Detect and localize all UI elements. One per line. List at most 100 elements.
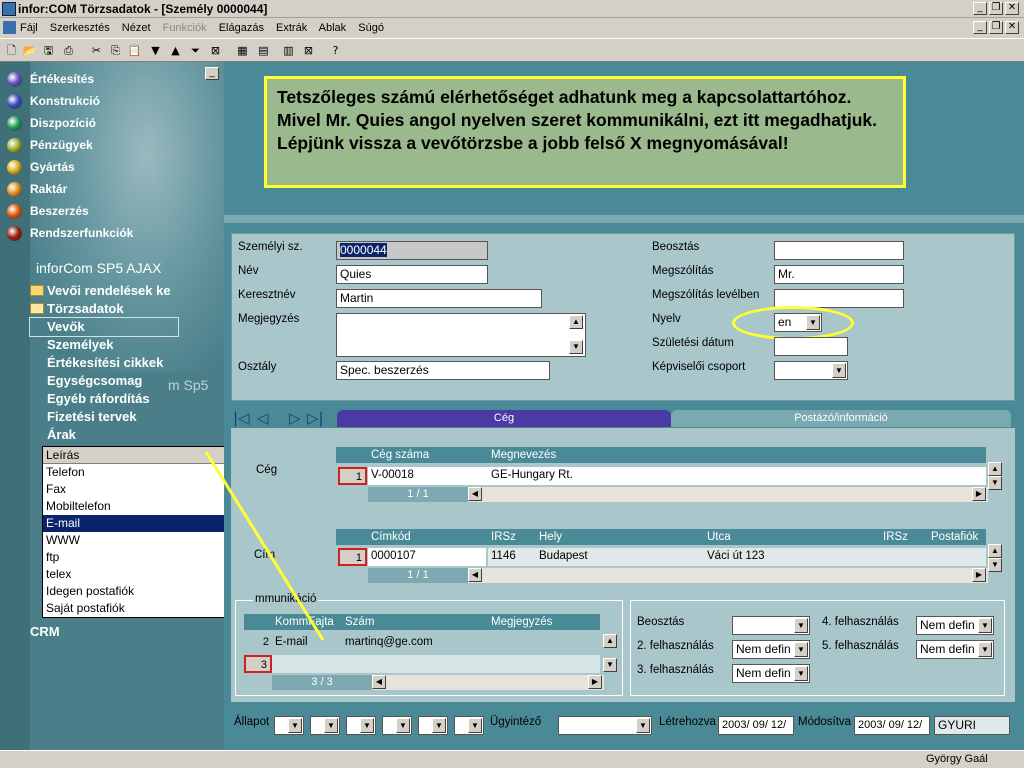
chevron-down-icon[interactable]: ▼ [978, 618, 992, 633]
scroll-down-icon[interactable]: ▼ [603, 658, 617, 672]
dropdown-option[interactable]: E-mail [43, 515, 252, 532]
chevron-down-icon[interactable]: ▼ [794, 666, 808, 681]
chevron-down-icon[interactable]: ▼ [360, 718, 374, 733]
chevron-down-icon[interactable]: ▼ [288, 718, 302, 733]
name-field[interactable]: Quies [336, 265, 488, 284]
tree-leaf[interactable]: Vevők [29, 317, 179, 337]
user-field[interactable]: GYURI [934, 716, 1010, 735]
dropdown-option[interactable]: Saját postafiók [43, 600, 252, 617]
new-icon[interactable]: 🗋 [3, 42, 20, 59]
scroll-left-icon[interactable]: ◀ [468, 568, 482, 582]
record-last-icon[interactable]: ▷| [307, 409, 324, 427]
print-icon[interactable]: ⎙ [60, 42, 77, 59]
state-select-3[interactable]: ▼ [346, 716, 376, 735]
scroll-right-icon[interactable]: ▶ [972, 568, 986, 582]
record-prev-icon[interactable]: ◁ [257, 409, 269, 427]
calendar-icon[interactable]: ▤ [255, 42, 272, 59]
cut-icon[interactable]: ✂ [88, 42, 105, 59]
first-name-field[interactable]: Martin [336, 289, 542, 308]
scroll-left-icon[interactable]: ◀ [372, 675, 386, 689]
note-field[interactable]: ▲ ▼ [336, 313, 586, 357]
street-cell[interactable]: Váci út 123 [704, 548, 880, 566]
nav-item[interactable]: Beszerzés [4, 202, 89, 220]
child-minimize-icon[interactable]: _ [973, 21, 987, 34]
filter-icon[interactable]: ⏷ [187, 42, 204, 59]
nav-item[interactable]: Pénzügyek [4, 136, 93, 154]
dropdown-option[interactable]: ftp [43, 549, 252, 566]
menu-window[interactable]: Ablak [319, 22, 347, 34]
dropdown-option[interactable]: WWW [43, 532, 252, 549]
state-select-2[interactable]: ▼ [310, 716, 340, 735]
row-number[interactable]: 1 [338, 467, 367, 485]
chevron-down-icon[interactable]: ▼ [832, 363, 846, 378]
help-icon[interactable]: ? [327, 42, 344, 59]
delete-record-icon[interactable]: ⊠ [300, 42, 317, 59]
state-select-5[interactable]: ▼ [418, 716, 448, 735]
usage-2-select[interactable]: Nem defin ▼ [732, 640, 810, 659]
usage-4-select[interactable]: Nem defin ▼ [916, 616, 994, 635]
created-field[interactable]: 2003/ 09/ 12/ [718, 716, 794, 735]
close-icon[interactable]: ✕ [1005, 2, 1019, 15]
new-comm-row[interactable] [272, 655, 600, 673]
record-first-icon[interactable]: |◁ [233, 409, 250, 427]
grid-icon[interactable]: ▦ [234, 42, 251, 59]
tab-mail-info[interactable]: Postázó/információ [671, 410, 1011, 427]
pobox-cell[interactable] [928, 548, 986, 566]
nav-item[interactable]: Diszpozíció [4, 114, 96, 132]
usage-3-select[interactable]: Nem defin ▼ [732, 664, 810, 683]
tree-folder-orders[interactable]: Vevői rendelések ke [30, 282, 171, 300]
menu-extras[interactable]: Extrák [276, 22, 307, 34]
scroll-up-icon[interactable]: ▲ [569, 315, 583, 329]
row-number[interactable]: 1 [338, 548, 367, 566]
chevron-down-icon[interactable]: ▼ [794, 642, 808, 657]
menu-help[interactable]: Súgó [358, 22, 384, 34]
save-icon[interactable]: 🖫 [40, 42, 57, 59]
state-select-6[interactable]: ▼ [454, 716, 484, 735]
position-field[interactable] [774, 241, 904, 260]
person-id-field[interactable]: 0000044 [336, 241, 488, 260]
comm-comment-cell[interactable] [488, 634, 600, 652]
dropdown-option[interactable]: Fax [43, 481, 252, 498]
scroll-up-icon[interactable]: ▲ [988, 462, 1002, 476]
company-name-cell[interactable]: GE-Hungary Rt. [488, 467, 986, 485]
nav-item[interactable]: Rendszerfunkciók [4, 224, 133, 242]
chevron-down-icon[interactable]: ▼ [978, 642, 992, 657]
department-field[interactable]: Spec. beszerzés [336, 361, 550, 380]
comm-type-cell[interactable]: E-mail [272, 634, 342, 652]
tree-folder-master-data[interactable]: Törzsadatok [30, 300, 124, 318]
paste-icon[interactable]: 📋 [126, 42, 143, 59]
nav-item[interactable]: Konstrukció [4, 92, 100, 110]
scroll-right-icon[interactable]: ▶ [588, 675, 602, 689]
menu-edit[interactable]: Szerkesztés [50, 22, 110, 34]
zip-cell[interactable]: 1146 [488, 548, 536, 566]
nav-item[interactable]: Gyártás [4, 158, 75, 176]
menu-view[interactable]: Nézet [122, 22, 151, 34]
city-cell[interactable]: Budapest [536, 548, 704, 566]
scroll-down-icon[interactable]: ▼ [988, 476, 1002, 490]
tree-leaf[interactable]: Értékesítési cikkek [30, 354, 163, 372]
h-scrollbar[interactable] [372, 675, 604, 690]
tree-crm[interactable]: CRM [30, 624, 60, 639]
chevron-down-icon[interactable]: ▼ [794, 618, 808, 633]
salutation-field[interactable]: Mr. [774, 265, 904, 284]
arrow-up-icon[interactable]: ▲ [167, 42, 184, 59]
chevron-down-icon[interactable]: ▼ [432, 718, 446, 733]
copy-icon[interactable]: ⎘ [107, 42, 124, 59]
menu-branch[interactable]: Elágazás [219, 22, 264, 34]
chevron-down-icon[interactable]: ▼ [636, 718, 650, 733]
chevron-down-icon[interactable]: ▼ [396, 718, 410, 733]
rep-group-select[interactable]: ▼ [774, 361, 848, 380]
scroll-down-icon[interactable]: ▼ [988, 558, 1002, 572]
scroll-up-icon[interactable]: ▲ [988, 544, 1002, 558]
panel-minimize-icon[interactable]: _ [205, 67, 219, 80]
nav-item[interactable]: Értékesítés [4, 70, 94, 88]
tab-company[interactable]: Cég [337, 410, 671, 427]
row-number[interactable]: 2 [244, 634, 272, 652]
comm-type-dropdown[interactable]: Leírás Telefon Fax Mobiltelefon E-mail WWW ft… [42, 446, 253, 618]
tree-leaf[interactable]: Személyek [30, 336, 114, 354]
company-no-cell[interactable]: V-00018 [368, 467, 488, 485]
chevron-down-icon[interactable]: ▼ [324, 718, 338, 733]
child-close-icon[interactable]: ✕ [1005, 21, 1019, 34]
scroll-right-icon[interactable]: ▶ [972, 487, 986, 501]
scroll-down-icon[interactable]: ▼ [569, 340, 583, 354]
